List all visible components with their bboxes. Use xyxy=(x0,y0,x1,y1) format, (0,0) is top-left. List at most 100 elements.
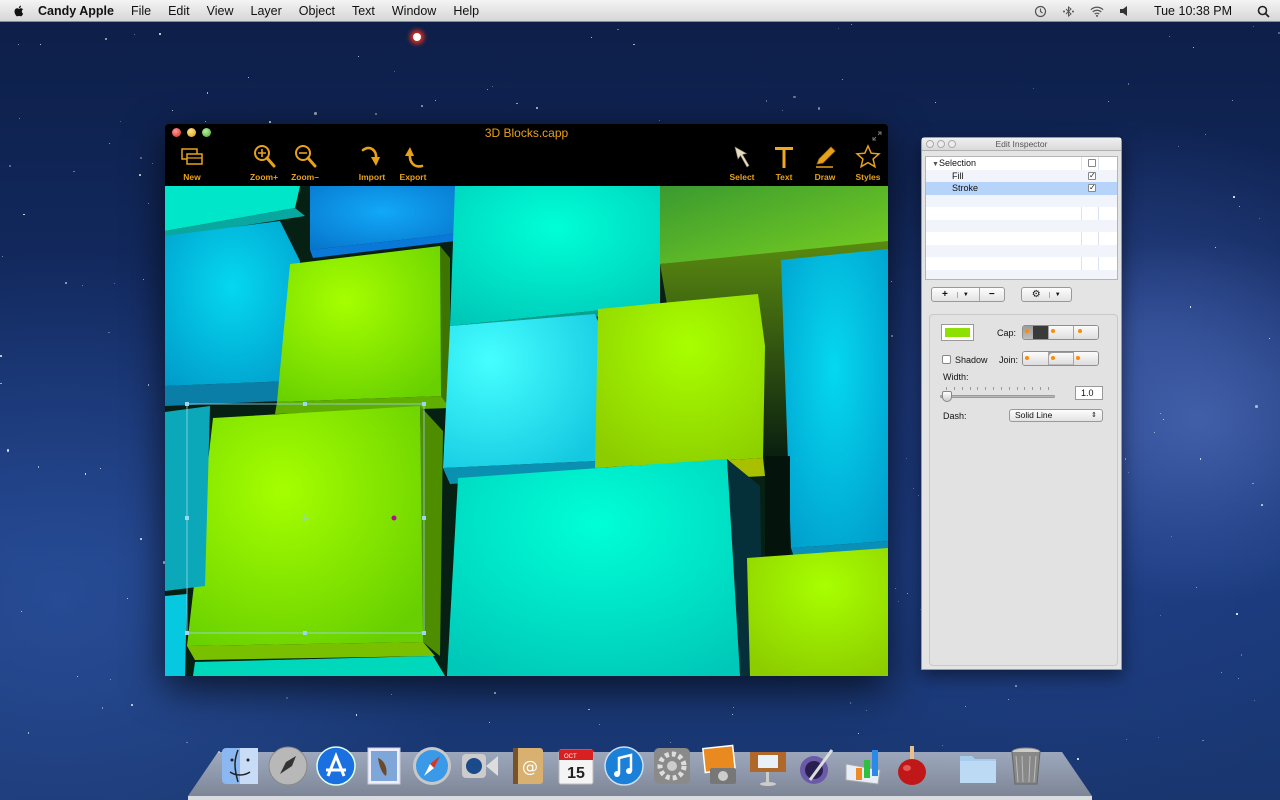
fill-checkbox[interactable]: ✓ xyxy=(1088,171,1096,180)
width-slider[interactable] xyxy=(940,387,1055,402)
bluetooth-icon[interactable] xyxy=(1062,4,1076,18)
star xyxy=(390,693,392,695)
butt-cap-button[interactable] xyxy=(1023,326,1048,339)
window-titlebar[interactable]: 3D Blocks.capp xyxy=(165,124,888,142)
dock-finder[interactable] xyxy=(218,744,262,788)
apple-menu-icon[interactable] xyxy=(12,3,28,19)
round-cap-button[interactable] xyxy=(1048,326,1073,339)
export-button[interactable]: Export xyxy=(391,142,435,186)
action-gear-button[interactable]: ⚙ ▼ xyxy=(1022,288,1071,301)
dock-facetime[interactable] xyxy=(458,744,502,788)
selection-checkbox[interactable] xyxy=(1088,159,1096,168)
menu-help[interactable]: Help xyxy=(453,4,479,18)
dock-launchpad[interactable] xyxy=(266,744,310,788)
star xyxy=(357,56,359,58)
menu-edit[interactable]: Edit xyxy=(168,4,190,18)
stroke-checkbox[interactable]: ✓ xyxy=(1088,184,1096,193)
dock-app-store[interactable] xyxy=(314,744,358,788)
inspector-zoom-button[interactable] xyxy=(948,140,956,148)
dock-system-preferences[interactable] xyxy=(650,744,694,788)
clock[interactable]: Tue 10:38 PM xyxy=(1154,4,1232,18)
menu-window[interactable]: Window xyxy=(392,4,436,18)
dock-candy-apple[interactable] xyxy=(890,744,934,788)
square-cap-button[interactable] xyxy=(1073,326,1098,339)
calendar-icon: OCT 15 xyxy=(558,749,594,785)
disclosure-triangle-icon[interactable]: ▼ xyxy=(932,161,939,168)
popup-arrows-icon: ⇕ xyxy=(1091,412,1097,419)
inspector-titlebar[interactable]: Edit Inspector xyxy=(922,138,1121,151)
round-join-button[interactable] xyxy=(1048,352,1073,365)
add-button[interactable]: + ▼ xyxy=(932,288,979,301)
miter-join-button[interactable] xyxy=(1023,352,1048,365)
spotlight-search-icon[interactable] xyxy=(1256,4,1270,18)
star xyxy=(84,473,87,475)
bevel-join-button[interactable] xyxy=(1073,352,1098,365)
star xyxy=(906,457,908,459)
block xyxy=(420,406,443,656)
menu-object[interactable]: Object xyxy=(299,4,335,18)
star xyxy=(851,24,853,26)
drawing-canvas[interactable] xyxy=(165,186,888,676)
volume-icon[interactable] xyxy=(1118,4,1132,18)
facetime-camera-icon xyxy=(462,754,498,778)
document-window: 3D Blocks.capp New Zoom+ Zoom– Import Ex… xyxy=(165,124,888,676)
remove-button[interactable]: − xyxy=(978,288,1004,301)
dock-ical[interactable]: OCT 15 xyxy=(554,744,598,788)
layer-outline[interactable]: ▼Selection Fill ✓ Stroke ✓ xyxy=(925,156,1118,280)
dash-popup[interactable]: Solid Line ⇕ xyxy=(1009,409,1103,422)
import-button[interactable]: Import xyxy=(350,142,394,186)
outline-row-stroke[interactable]: Stroke ✓ xyxy=(926,182,1117,195)
dock-itunes[interactable] xyxy=(602,744,646,788)
inspector-minimize-button[interactable] xyxy=(937,140,945,148)
star xyxy=(73,170,75,173)
width-field[interactable]: 1.0 xyxy=(1075,386,1103,400)
dock-keynote[interactable] xyxy=(746,744,790,788)
cap-label: Cap: xyxy=(997,328,1017,338)
zoom-out-button[interactable]: Zoom– xyxy=(283,142,327,186)
dock-pages[interactable] xyxy=(794,744,838,788)
star xyxy=(895,587,897,589)
menu-text[interactable]: Text xyxy=(352,4,375,18)
star xyxy=(130,703,134,707)
stroke-color-well[interactable] xyxy=(941,324,974,341)
star xyxy=(108,142,110,144)
star xyxy=(269,121,271,123)
star xyxy=(151,162,154,165)
dock-mail[interactable] xyxy=(362,744,406,788)
dock-iphoto[interactable] xyxy=(698,744,742,788)
dock-numbers[interactable] xyxy=(842,744,886,788)
dock-trash[interactable] xyxy=(1004,744,1048,788)
star xyxy=(1253,25,1255,27)
width-slider-knob[interactable] xyxy=(942,391,953,402)
menu-layer[interactable]: Layer xyxy=(251,4,282,18)
star xyxy=(110,679,112,681)
star xyxy=(1124,458,1127,460)
star xyxy=(120,120,122,122)
outline-row-selection[interactable]: ▼Selection xyxy=(926,157,1117,170)
star xyxy=(935,102,937,104)
star xyxy=(1189,306,1192,308)
menu-view[interactable]: View xyxy=(207,4,234,18)
outline-row-fill[interactable]: Fill ✓ xyxy=(926,169,1117,182)
text-tool-button[interactable]: Text xyxy=(762,142,806,186)
wifi-icon[interactable] xyxy=(1090,4,1104,18)
new-button[interactable]: New xyxy=(170,142,214,186)
fullscreen-icon[interactable] xyxy=(872,128,882,141)
star xyxy=(866,709,868,711)
inspector-close-button[interactable] xyxy=(926,140,934,148)
dock-safari[interactable] xyxy=(410,744,454,788)
star xyxy=(1221,672,1223,674)
zoom-in-button[interactable]: Zoom+ xyxy=(242,142,286,186)
draw-tool-button[interactable]: Draw xyxy=(803,142,847,186)
menu-file[interactable]: File xyxy=(131,4,151,18)
shadow-checkbox[interactable] xyxy=(942,355,951,364)
select-tool-button[interactable]: Select xyxy=(720,142,764,186)
zoom-in-icon xyxy=(254,145,276,168)
selected-block[interactable] xyxy=(187,406,425,646)
star xyxy=(159,33,161,35)
app-menu[interactable]: Candy Apple xyxy=(38,4,114,18)
dock-documents-stack[interactable] xyxy=(956,744,1000,788)
time-machine-icon[interactable] xyxy=(1034,4,1048,18)
styles-button[interactable]: Styles xyxy=(846,142,888,186)
dock-address-book[interactable]: @ xyxy=(506,744,550,788)
